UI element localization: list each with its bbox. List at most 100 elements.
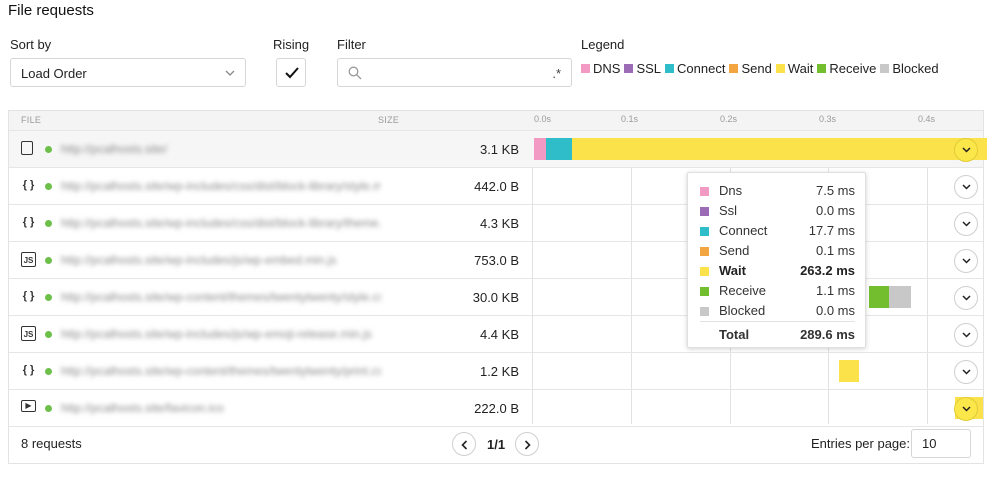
status-dot [45,405,52,412]
request-url[interactable]: http://pcalhosts.site/wp-includes/js/wp-… [61,253,381,267]
request-url[interactable]: http://pcalhosts.site/wp-content/themes/… [61,364,381,378]
request-size: 222.0 B [474,401,519,416]
request-url[interactable]: http://pcalhosts.site/wp-content/themes/… [61,290,381,304]
chevron-down-icon [962,258,971,264]
entries-per-page-input[interactable] [911,429,971,458]
tooltip-total-label: Total [719,327,750,342]
legend-label: Send [741,61,772,76]
timeline-tick: 0.0s [534,114,552,124]
expand-row-button[interactable] [954,175,978,199]
tooltip-label: Send [719,243,750,258]
timing-segment-wait[interactable] [839,360,859,382]
json-icon: { } [22,290,35,302]
regex-toggle[interactable]: .* [552,66,561,81]
tooltip-label: Ssl [719,203,738,218]
legend-swatch [817,64,827,73]
table-header: FILE SIZE 0.0s 0.1s 0.2s 0.3s 0.4s [9,111,983,131]
legend-item: Blocked [880,61,939,76]
timeline-tick: 0.4s [918,114,936,124]
prev-page-button[interactable] [452,432,476,456]
expand-row-button[interactable] [954,138,978,162]
request-size: 4.4 KB [479,327,519,342]
sort-select-value: Load Order [21,66,87,81]
filter-label: Filter [337,37,366,52]
legend-swatch [624,64,634,73]
tooltip-row: Wait 263.2 ms [700,263,855,283]
legend-label: Blocked [892,61,939,76]
expand-row-button[interactable] [954,360,978,384]
chevron-down-icon [962,406,971,412]
status-dot [45,146,52,153]
legend-item: Send [729,61,772,76]
tooltip-swatch [700,287,709,296]
column-header-file[interactable]: FILE [21,115,41,125]
page-title: File requests [8,2,94,19]
expand-row-button[interactable] [954,249,978,273]
sort-label: Sort by [10,37,52,52]
table-row[interactable]: ▶ http://pcalhosts.site/favicon.ico 222.0 … [9,390,983,427]
table-row[interactable]: http://pcalhosts.site/3.1 KB [9,131,987,168]
page-indicator: 1/1 [487,437,506,452]
timing-segment-blocked[interactable] [889,286,911,308]
status-dot [45,257,52,264]
request-size: 1.2 KB [479,364,519,379]
media-icon: ▶ [21,400,36,412]
tooltip-swatch [700,307,709,316]
legend-swatch [775,64,785,73]
checkmark-icon [285,67,299,79]
tooltip-swatch [700,247,709,256]
document-icon [21,141,33,155]
request-size: 30.0 KB [472,290,519,305]
request-url[interactable]: http://pcalhosts.site/favicon.ico [61,401,381,415]
table-row[interactable]: { } http://pcalhosts.site/wp-content/them… [9,353,983,390]
tooltip-label: Connect [719,223,768,238]
filter-field[interactable]: .* [337,58,572,87]
request-size: 753.0 B [474,253,519,268]
legend-item: Wait [775,61,813,76]
legend-label: SSL [636,61,662,76]
request-url[interactable]: http://pcalhosts.site/ [61,142,381,156]
request-url[interactable]: http://pcalhosts.site/wp-includes/js/wp-… [61,327,381,341]
expand-row-button[interactable] [954,212,978,236]
tooltip-value: 1.1 ms [815,283,855,298]
tooltip-value: 0.0 ms [815,303,855,318]
chevron-down-icon [962,332,971,338]
tooltip-value: 7.5 ms [815,183,855,198]
status-dot [45,183,52,190]
expand-row-button[interactable] [954,323,978,347]
tooltip-label: Blocked [719,303,766,318]
js-icon: JS [21,252,36,267]
tooltip-label: Receive [719,283,766,298]
timing-segment-connect[interactable] [546,138,572,160]
legend-item: Receive [817,61,876,76]
timing-segment-receive[interactable] [869,286,889,308]
legend-label: Receive [829,61,877,76]
timeline-tick: 0.1s [621,114,639,124]
rising-checkbox[interactable] [276,58,306,87]
legend-swatch [581,64,590,73]
tooltip-total-value: 289.6 ms [800,327,855,342]
tooltip-value: 17.7 ms [808,223,855,238]
chevron-right-icon [524,440,531,450]
chevron-down-icon [962,221,971,227]
table-footer: 8 requests 1/1 Entries per page: [9,424,983,464]
timing-segment-wait[interactable] [572,138,987,160]
status-dot [45,294,52,301]
expand-row-button[interactable] [954,397,978,421]
column-header-size[interactable]: SIZE [378,115,399,125]
sort-select[interactable]: Load Order [10,58,246,87]
expand-row-button[interactable] [954,286,978,310]
tooltip-swatch [700,207,709,216]
timeline-tick: 0.3s [819,114,837,124]
request-size: 3.1 KB [479,142,519,157]
search-icon [348,66,362,80]
timing-segment-dns[interactable] [534,138,546,160]
request-url[interactable]: http://pcalhosts.site/wp-includes/css/di… [61,216,381,230]
tooltip-row: Receive 1.1 ms [700,283,855,303]
request-url[interactable]: http://pcalhosts.site/wp-includes/css/di… [61,179,381,193]
next-page-button[interactable] [515,432,539,456]
chevron-down-icon [225,70,235,76]
tooltip-label: Wait [719,263,746,278]
filter-input[interactable] [370,63,540,83]
legend-swatch [880,64,890,73]
